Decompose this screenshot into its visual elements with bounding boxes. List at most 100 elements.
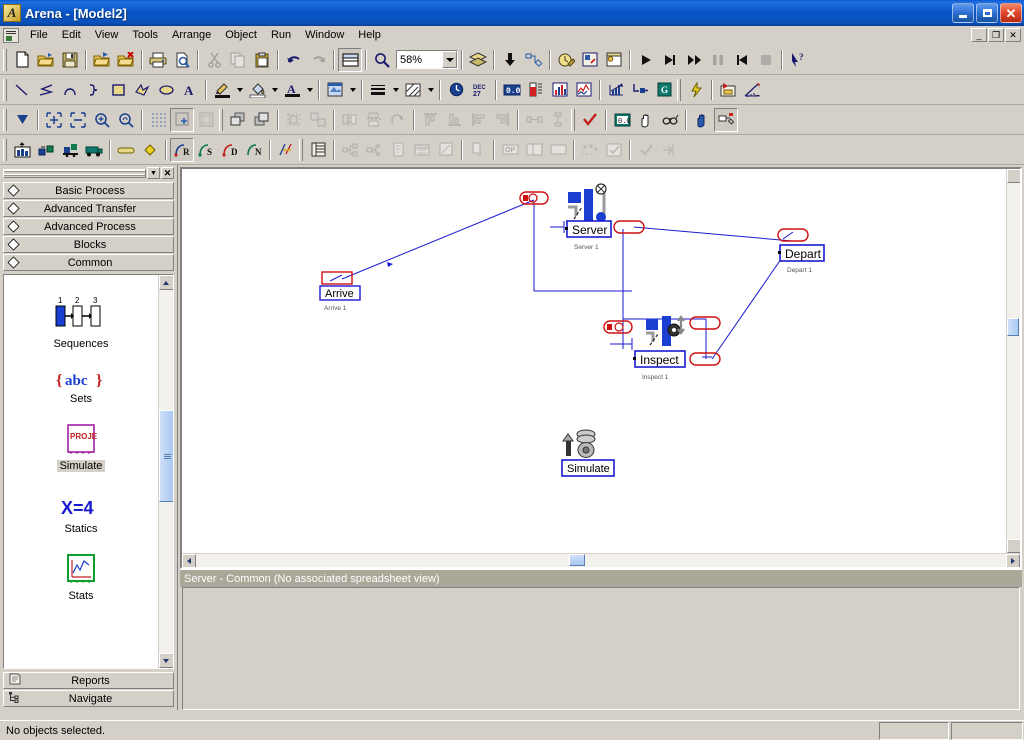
variable-icon[interactable]: 0.0 (500, 78, 524, 102)
context-help-icon[interactable]: ? (786, 48, 810, 72)
scroll-track[interactable] (158, 290, 173, 653)
panel-item-sequences[interactable]: 1 2 3 Sequences (4, 289, 158, 350)
grid-icon[interactable] (146, 108, 170, 132)
distance-icon[interactable]: D (218, 138, 242, 162)
box-icon[interactable] (106, 78, 130, 102)
clock-icon[interactable] (444, 78, 468, 102)
resource-icon[interactable] (10, 138, 34, 162)
line-color-dropdown-icon[interactable] (234, 78, 245, 102)
menu-help[interactable]: Help (351, 27, 388, 43)
panel-blocks[interactable]: Blocks (3, 236, 174, 253)
toolbar-grip[interactable] (677, 78, 681, 101)
run-go-icon[interactable] (634, 48, 658, 72)
run-start-over-icon[interactable] (730, 48, 754, 72)
canvas-scroll-up-button[interactable] (1007, 169, 1020, 183)
split-screen-icon[interactable] (338, 47, 362, 72)
window-background-icon[interactable] (323, 78, 347, 102)
canvas-horizontal-scrollbar[interactable] (182, 553, 1020, 567)
mdi-restore-button[interactable]: ❐ (988, 28, 1004, 42)
histogram-icon[interactable] (548, 78, 572, 102)
project-bar-dropdown-button[interactable]: ▼ (147, 167, 160, 179)
station-icon[interactable] (114, 138, 138, 162)
queue-icon[interactable] (34, 138, 58, 162)
plot-icon[interactable] (572, 78, 596, 102)
menu-view[interactable]: View (88, 27, 126, 43)
fill-pattern-icon[interactable] (401, 78, 425, 102)
lower-pane-content[interactable] (183, 588, 1019, 709)
line-icon[interactable] (10, 78, 34, 102)
picture-editor-icon[interactable] (716, 78, 740, 102)
scroll-up-button[interactable] (158, 275, 173, 290)
panel-advanced-transfer[interactable]: Advanced Transfer (3, 200, 174, 217)
canvas-scroll-thumb-v[interactable] (1007, 318, 1019, 337)
chart-icon[interactable] (604, 78, 628, 102)
fill-color-dropdown-icon[interactable] (269, 78, 280, 102)
canvas-scroll-down-button[interactable] (1007, 539, 1020, 553)
view-icon[interactable] (658, 108, 682, 132)
spreadsheet-icon[interactable] (306, 138, 330, 162)
text-color-dropdown-icon[interactable] (304, 78, 315, 102)
menu-edit[interactable]: Edit (55, 27, 88, 43)
pan-icon[interactable] (634, 108, 658, 132)
panel-basic-process[interactable]: Basic Process (3, 182, 174, 199)
mdi-close-button[interactable]: ✕ (1005, 28, 1021, 42)
toolbar-grip[interactable] (3, 138, 7, 161)
zoom-level-combo[interactable]: 58% (396, 50, 458, 69)
level-icon[interactable] (524, 78, 548, 102)
network-icon[interactable]: N (242, 138, 266, 162)
maximize-button[interactable] (976, 3, 998, 23)
line-color-icon[interactable] (210, 78, 234, 102)
bring-front-icon[interactable] (226, 108, 250, 132)
fill-pattern-dropdown-icon[interactable] (425, 78, 436, 102)
text-icon[interactable]: A (178, 78, 202, 102)
select-arrow-icon[interactable] (10, 108, 34, 132)
menu-arrange[interactable]: Arrange (165, 27, 218, 43)
mdi-minimize-button[interactable]: _ (971, 28, 987, 42)
named-view-icon[interactable] (714, 107, 738, 132)
route-icon[interactable]: R (170, 137, 194, 162)
line-width-icon[interactable] (366, 78, 390, 102)
run-step-icon[interactable] (658, 48, 682, 72)
menu-window[interactable]: Window (298, 27, 351, 43)
template-attach-icon[interactable] (90, 48, 114, 72)
flowchart-out-icon[interactable] (628, 78, 652, 102)
scroll-down-button[interactable] (158, 653, 173, 668)
run-fast-forward-icon[interactable] (682, 48, 706, 72)
input-analyzer-icon[interactable] (578, 48, 602, 72)
window-background-dropdown-icon[interactable] (347, 78, 358, 102)
polygon-icon[interactable] (130, 78, 154, 102)
open-icon[interactable] (34, 48, 58, 72)
view-previous-icon[interactable] (114, 108, 138, 132)
menu-file[interactable]: File (23, 27, 55, 43)
output-analyzer-icon[interactable] (602, 48, 626, 72)
check-icon[interactable] (578, 108, 602, 132)
snap-icon[interactable] (170, 107, 194, 132)
model-canvas[interactable]: Arrive Arrive 1 Server Server 1 Depart D… (182, 169, 1006, 553)
lower-pane[interactable] (182, 587, 1020, 710)
display-icon[interactable]: 0.0 (610, 108, 634, 132)
promote-path-icon[interactable] (274, 138, 298, 162)
polyline-icon[interactable] (34, 78, 58, 102)
toolbar-grip[interactable] (299, 138, 303, 161)
new-icon[interactable] (10, 48, 34, 72)
project-bar-reports[interactable]: Reports (3, 672, 174, 689)
minimize-button[interactable] (952, 3, 974, 23)
template-detach-icon[interactable] (114, 48, 138, 72)
zoom-dropdown-button[interactable] (442, 51, 457, 68)
project-bar-navigate[interactable]: Navigate (3, 690, 174, 707)
toolbar-grip[interactable] (3, 48, 7, 71)
canvas-scroll-left-button[interactable] (182, 554, 196, 567)
hand-icon[interactable] (690, 108, 714, 132)
panel-item-statics[interactable]: X=4 Statics (4, 494, 158, 535)
transporter-icon[interactable] (82, 138, 106, 162)
panel-common[interactable]: Common (3, 254, 174, 271)
panel-vertical-scrollbar[interactable] (158, 275, 173, 668)
canvas-scroll-right-button[interactable] (1006, 554, 1020, 567)
menu-object[interactable]: Object (218, 27, 264, 43)
storage-icon[interactable] (58, 138, 82, 162)
scroll-thumb[interactable] (158, 410, 173, 502)
menu-tools[interactable]: Tools (125, 27, 165, 43)
canvas-scroll-track-h[interactable] (196, 554, 1006, 567)
zoom-in-icon[interactable] (42, 108, 66, 132)
animate-transfer-icon[interactable] (684, 78, 708, 102)
